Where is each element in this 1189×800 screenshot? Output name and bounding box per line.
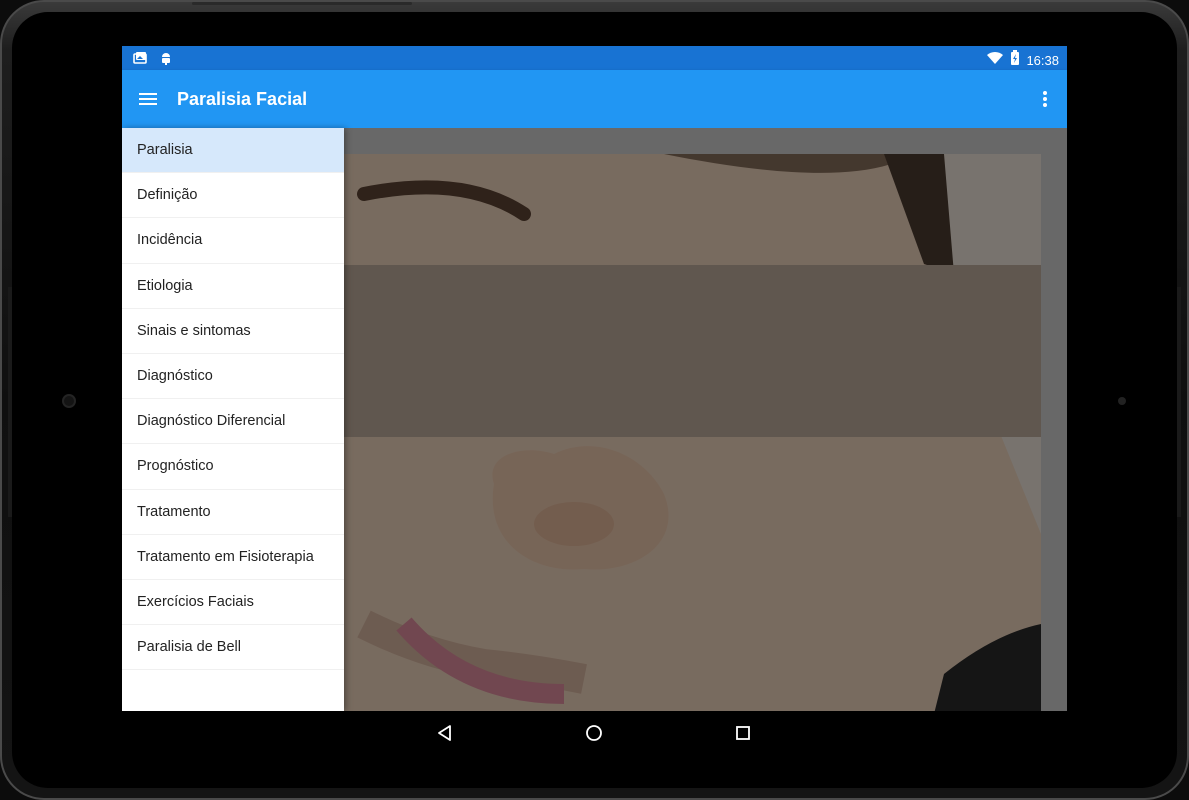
back-icon <box>435 725 455 747</box>
screen: 16:38 Paralisia Facial Paralisia Definiç… <box>122 46 1067 711</box>
drawer-item-incidencia[interactable]: Incidência <box>122 218 344 264</box>
side-edge-left <box>8 287 12 517</box>
overflow-menu-button[interactable] <box>1033 87 1057 111</box>
drawer-item-exercicios-faciais[interactable]: Exercícios Faciais <box>122 580 344 626</box>
back-button[interactable] <box>435 723 455 743</box>
front-camera <box>62 394 76 408</box>
menu-button[interactable] <box>136 87 160 111</box>
drawer-item-prognostico[interactable]: Prognóstico <box>122 444 344 490</box>
menu-icon <box>136 93 160 115</box>
recents-button[interactable] <box>733 723 753 743</box>
drawer-item-diagnostico-diferencial[interactable]: Diagnóstico Diferencial <box>122 399 344 445</box>
light-sensor <box>1118 397 1126 405</box>
status-system: 16:38 <box>986 50 1059 71</box>
status-notifications <box>132 50 174 71</box>
drawer-item-tratamento[interactable]: Tratamento <box>122 490 344 535</box>
status-bar: 16:38 <box>122 46 1067 70</box>
status-time: 16:38 <box>1026 52 1059 68</box>
drawer-item-tratamento-em-fisioterapia[interactable]: Tratamento em Fisioterapia <box>122 535 344 580</box>
home-icon <box>584 725 604 747</box>
drawer-item-definicao[interactable]: Definição <box>122 173 344 219</box>
drawer-item-sinais-e-sintomas[interactable]: Sinais e sintomas <box>122 309 344 354</box>
side-edge-right <box>1177 287 1181 517</box>
drawer-item-etiologia[interactable]: Etiologia <box>122 264 344 309</box>
photo-icon <box>132 50 148 71</box>
system-navigation-bar <box>122 711 1067 755</box>
wifi-icon <box>986 50 1004 71</box>
app-title: Paralisia Facial <box>177 89 308 109</box>
drawer-list: Paralisia Definição Incidência Etiologia… <box>122 128 344 671</box>
recents-icon <box>733 726 753 747</box>
speaker-grille <box>192 2 412 5</box>
navigation-drawer: Paralisia Definição Incidência Etiologia… <box>122 128 344 711</box>
more-vert-icon <box>1033 91 1057 115</box>
drawer-item-paralisia[interactable]: Paralisia <box>122 128 344 174</box>
home-button[interactable] <box>584 723 604 743</box>
drawer-item-paralisia-de-bell[interactable]: Paralisia de Bell <box>122 625 344 671</box>
drawer-item-diagnostico[interactable]: Diagnóstico <box>122 354 344 400</box>
android-icon <box>158 50 174 71</box>
app-bar: Paralisia Facial <box>122 70 1067 128</box>
battery-icon <box>1010 50 1020 71</box>
